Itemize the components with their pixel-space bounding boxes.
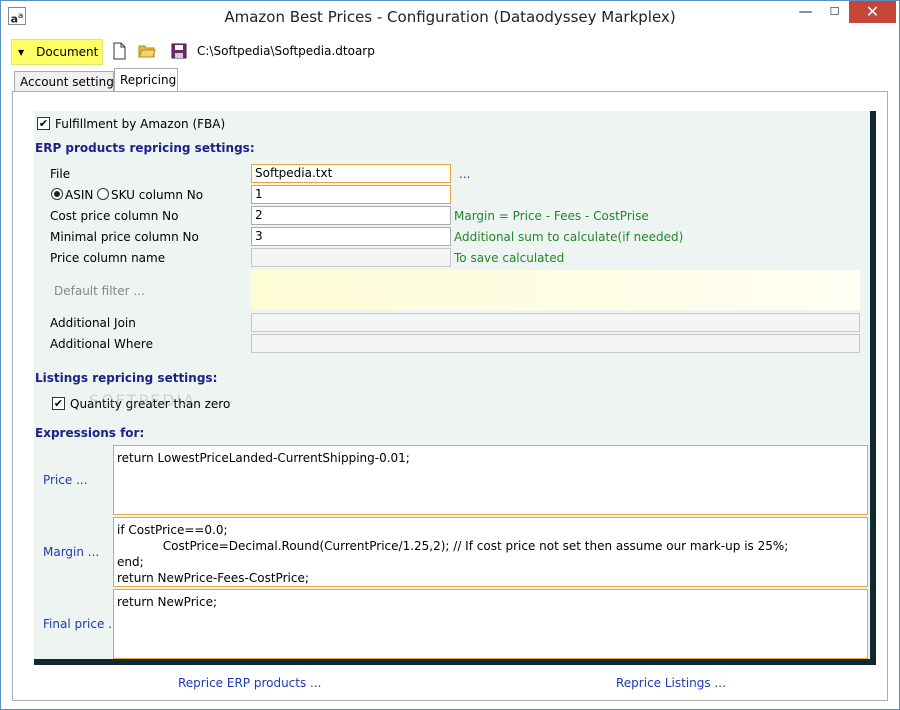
save-calculated-note: To save calculated: [454, 251, 565, 265]
additional-sum-note: Additional sum to calculate(if needed): [454, 230, 684, 244]
margin-note: Margin = Price - Fees - CostPrise: [454, 209, 649, 223]
margin-expression-editor[interactable]: if CostPrice==0.0; CostPrice=Decimal.Rou…: [113, 517, 868, 587]
additional-join-label: Additional Join: [50, 316, 136, 330]
listings-section-title: Listings repricing settings:: [35, 371, 218, 385]
window-title: Amazon Best Prices - Configuration (Data…: [224, 8, 676, 26]
price-expression-link[interactable]: Price ...: [43, 473, 88, 487]
document-menu-label: Document: [36, 45, 99, 59]
asin-label: ASIN: [65, 188, 94, 202]
watermark: SOFTPEDIA: [89, 391, 197, 410]
save-disk-icon[interactable]: [170, 42, 188, 60]
final-price-expression-link[interactable]: Final price ...: [43, 617, 120, 631]
repricing-tab-page: ✔ Fulfillment by Amazon (FBA) ERP produc…: [12, 91, 888, 701]
cost-price-field[interactable]: 2: [251, 206, 451, 225]
additional-where-label: Additional Where: [50, 337, 153, 351]
toolbar: ▼ Document C:\Softpedia\Softpedia.dtoarp: [11, 39, 891, 65]
additional-join-field[interactable]: [251, 313, 860, 332]
tab-repricing[interactable]: Repricing: [114, 68, 178, 93]
cost-price-label: Cost price column No: [50, 209, 179, 223]
browse-file-link[interactable]: ...: [459, 167, 470, 181]
fba-label: Fulfillment by Amazon (FBA): [55, 117, 226, 131]
app-window: aa Amazon Best Prices - Configuration (D…: [0, 0, 900, 710]
tab-account-settings[interactable]: Account settings: [14, 71, 120, 92]
price-column-field[interactable]: [251, 248, 451, 267]
title-bar: aa Amazon Best Prices - Configuration (D…: [1, 1, 899, 32]
reprice-erp-link[interactable]: Reprice ERP products ...: [178, 676, 322, 690]
default-filter-display: [251, 270, 860, 310]
close-button[interactable]: ✕: [849, 1, 896, 23]
reprice-listings-link[interactable]: Reprice Listings ...: [616, 676, 726, 690]
document-menu-button[interactable]: ▼ Document: [11, 39, 103, 65]
dropdown-arrow-icon: ▼: [18, 47, 25, 57]
default-filter-button[interactable]: Default filter ...: [54, 284, 145, 298]
asin-radio[interactable]: [51, 188, 63, 200]
fba-checkbox[interactable]: ✔: [37, 117, 50, 130]
final-price-expression-editor[interactable]: return NewPrice;: [113, 589, 868, 659]
quantity-checkbox[interactable]: ✔: [52, 397, 65, 410]
file-path-label: C:\Softpedia\Softpedia.dtoarp: [197, 44, 375, 58]
sku-column-field[interactable]: 1: [251, 185, 451, 204]
sku-label: SKU column No: [111, 188, 204, 202]
erp-section-title: ERP products repricing settings:: [35, 141, 255, 155]
price-column-label: Price column name: [50, 251, 166, 265]
additional-where-field[interactable]: [251, 334, 860, 353]
repricing-panel: ✔ Fulfillment by Amazon (FBA) ERP produc…: [34, 111, 876, 665]
minimal-price-label: Minimal price column No: [50, 230, 199, 244]
price-expression-editor[interactable]: return LowestPriceLanded-CurrentShipping…: [113, 445, 868, 515]
file-field[interactable]: Softpedia.txt: [251, 164, 451, 183]
new-file-icon[interactable]: [110, 42, 128, 60]
maximize-button[interactable]: ☐: [820, 1, 849, 23]
file-label: File: [50, 167, 71, 181]
margin-expression-link[interactable]: Margin ...: [43, 545, 99, 559]
minimize-button[interactable]: —: [791, 1, 820, 23]
minimal-price-field[interactable]: 3: [251, 227, 451, 246]
expressions-section-title: Expressions for:: [35, 426, 145, 440]
sku-radio[interactable]: [97, 188, 109, 200]
open-folder-icon[interactable]: [138, 42, 156, 60]
